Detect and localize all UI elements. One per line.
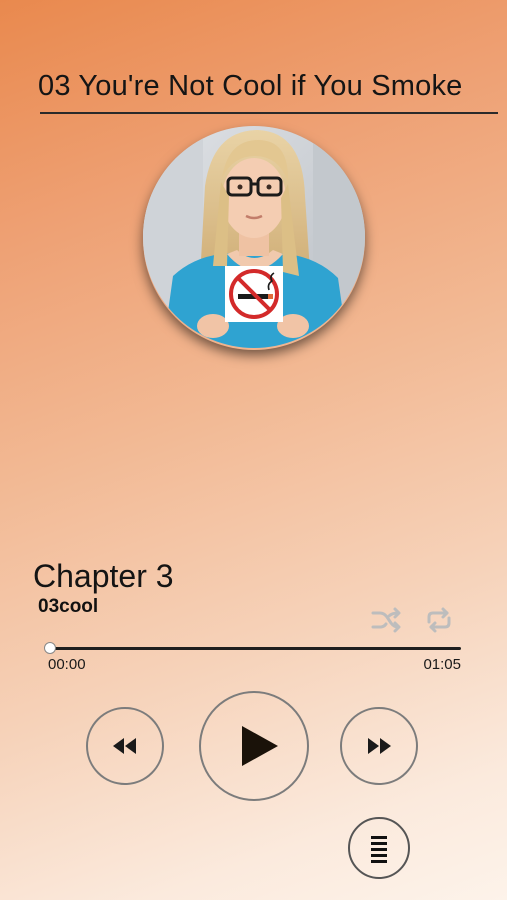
- fast-forward-icon: [368, 738, 391, 754]
- rewind-button[interactable]: [86, 707, 164, 785]
- playlist-button[interactable]: [348, 817, 410, 879]
- repeat-icon[interactable]: [422, 605, 456, 635]
- shuffle-icon[interactable]: [370, 605, 404, 635]
- title-underline: [40, 112, 498, 114]
- play-icon: [242, 726, 278, 766]
- progress-handle[interactable]: [44, 642, 56, 654]
- album-art-image: [143, 126, 365, 348]
- play-button[interactable]: [199, 691, 309, 801]
- fast-forward-button[interactable]: [340, 707, 418, 785]
- progress-bar[interactable]: [44, 642, 461, 654]
- track-subtitle: 03cool: [38, 596, 99, 617]
- rewind-icon: [113, 738, 136, 754]
- total-duration: 01:05: [423, 656, 461, 673]
- album-art: [143, 126, 365, 348]
- track-title: 03 You're Not Cool if You Smoke: [38, 70, 463, 102]
- player-screen: 03 You're Not Cool if You Smoke Chapter …: [0, 0, 507, 900]
- chapter-title: Chapter 3: [33, 558, 174, 594]
- playlist-menu-icon: [371, 836, 387, 863]
- elapsed-time: 00:00: [48, 656, 86, 673]
